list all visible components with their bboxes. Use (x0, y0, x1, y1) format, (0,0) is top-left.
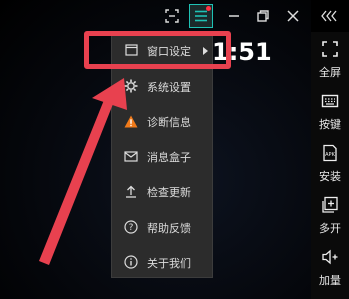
menu-item-label: 消息盒子 (147, 151, 191, 164)
warning-icon (124, 114, 138, 128)
title-bar (0, 0, 349, 32)
notification-dot (206, 6, 211, 11)
sidebar-item-install[interactable]: APK 安装 (311, 144, 349, 184)
menu-item-label: 诊断信息 (147, 116, 191, 129)
restore-button[interactable] (251, 4, 275, 28)
menu-button[interactable] (189, 4, 213, 28)
sidebar-item-label: 多开 (319, 222, 341, 235)
sidebar-item-label: 安装 (319, 170, 341, 183)
svg-text:?: ? (129, 223, 134, 233)
menu-item-label: 关于我们 (147, 257, 191, 270)
sidebar-item-label: 全屏 (319, 66, 341, 79)
minimize-icon (229, 15, 239, 17)
collapse-sidebar-button[interactable] (318, 4, 342, 28)
apk-icon: APK (323, 144, 337, 162)
menu-item-label: 检查更新 (147, 186, 191, 199)
double-chevron-left-icon (321, 10, 337, 22)
multi-open-icon (322, 196, 338, 213)
menu-item-label: 帮助反馈 (147, 222, 191, 235)
volume-up-icon (322, 249, 338, 265)
sidebar-item-multi-open[interactable]: 多开 (311, 196, 349, 236)
info-icon (124, 255, 138, 269)
sidebar-item-label: 按键 (319, 118, 341, 131)
help-icon: ? (124, 220, 138, 234)
screenshot-button[interactable] (160, 4, 184, 28)
menu-item-message-box[interactable]: 消息盒子 (112, 144, 212, 170)
close-button[interactable] (281, 4, 305, 28)
menu-item-about-us[interactable]: 关于我们 (112, 250, 212, 276)
hamburger-icon (195, 10, 207, 22)
sidebar-item-keys[interactable]: 按键 (311, 92, 349, 132)
highlight-box (84, 31, 231, 69)
menu-item-diagnostics[interactable]: 诊断信息 (112, 109, 212, 135)
menu-item-label: 系统设置 (147, 81, 191, 94)
menu-item-help-feedback[interactable]: ? 帮助反馈 (112, 215, 212, 241)
minimize-button[interactable] (222, 4, 246, 28)
main-menu-dropdown: 窗口设定 系统设置 诊断信息 消息盒子 检查更新 ? 帮助反馈 关于我们 (111, 33, 213, 278)
sidebar-item-fullscreen[interactable]: 全屏 (311, 40, 349, 80)
menu-item-check-update[interactable]: 检查更新 (112, 179, 212, 205)
close-icon (287, 10, 299, 22)
svg-text:APK: APK (325, 152, 335, 158)
sidebar-item-volume-up[interactable]: 加量 (311, 248, 349, 288)
right-sidebar: 全屏 按键 APK 安装 多开 加量 (311, 32, 349, 299)
upload-icon (124, 184, 138, 198)
gear-icon (124, 79, 138, 93)
restore-icon (257, 10, 269, 22)
sidebar-item-label: 加量 (319, 274, 341, 287)
menu-item-system-settings[interactable]: 系统设置 (112, 74, 212, 100)
screenshot-icon (165, 9, 179, 23)
mail-icon (124, 149, 138, 163)
keyboard-icon (321, 94, 339, 108)
fullscreen-icon (322, 41, 338, 57)
